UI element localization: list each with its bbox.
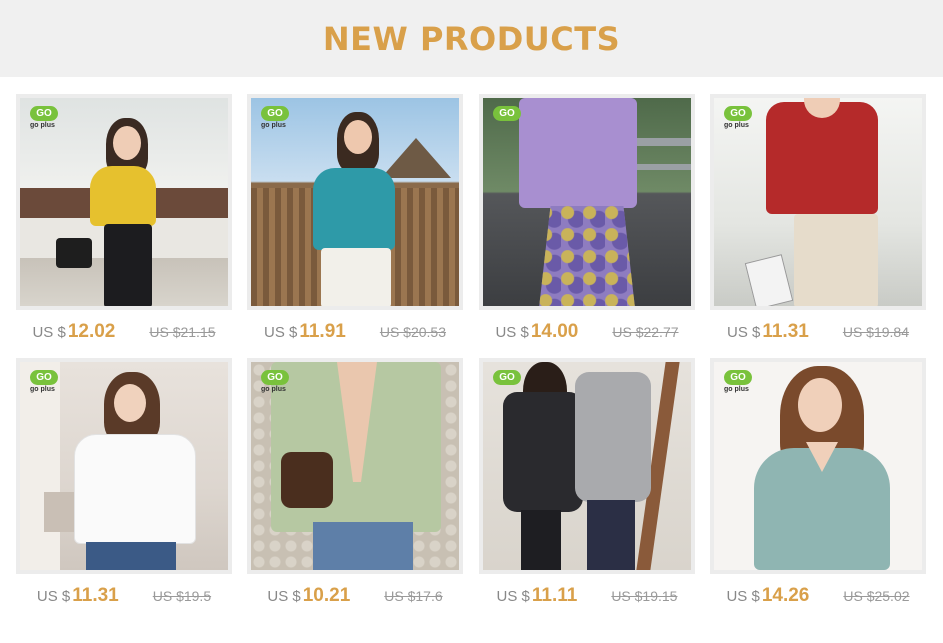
- go-plus-text: go plus: [724, 122, 749, 129]
- go-plus-text: go plus: [30, 122, 55, 129]
- product-card[interactable]: GO go plus US $ 12.02 US $21.15: [16, 94, 232, 354]
- product-card[interactable]: GO go plus US $ 11.31 US $19.5: [16, 358, 232, 618]
- original-price: US $19.84: [842, 324, 910, 340]
- currency-label: US $: [496, 588, 530, 605]
- product-card[interactable]: GO US $ 14.00 US $22.77: [479, 94, 695, 354]
- product-image-frame[interactable]: GO go plus: [16, 94, 232, 310]
- go-plus-badge: GO: [724, 370, 752, 385]
- product-image-frame[interactable]: GO go plus: [710, 94, 926, 310]
- sale-price: US $ 14.26: [726, 585, 809, 607]
- original-price: US $20.53: [379, 324, 447, 340]
- sale-price: US $ 11.31: [37, 585, 119, 607]
- go-plus-badge: GO: [724, 106, 752, 121]
- currency-label: US $: [495, 324, 529, 341]
- go-plus-text: go plus: [724, 386, 749, 393]
- product-card[interactable]: GO go plus US $ 11.31 US $19.84: [710, 94, 926, 354]
- header-banner: NEW PRODUCTS: [0, 0, 943, 77]
- price-row: US $ 11.11 US $19.15: [479, 574, 695, 618]
- brand-logo: GO go plus: [30, 370, 64, 396]
- go-plus-text: go plus: [30, 386, 55, 393]
- go-plus-text: go plus: [261, 122, 286, 129]
- product-image-frame[interactable]: GO go plus: [247, 94, 463, 310]
- brand-logo: GO go plus: [724, 106, 758, 132]
- price-row: US $ 11.31 US $19.5: [16, 574, 232, 618]
- currency-label: US $: [263, 324, 298, 341]
- go-plus-badge: GO: [261, 370, 289, 385]
- original-price: US $21.15: [149, 324, 216, 340]
- product-image-frame[interactable]: GO: [479, 94, 695, 310]
- go-plus-badge: GO: [30, 106, 58, 121]
- sale-price: US $ 12.02: [32, 321, 115, 343]
- go-plus-badge: GO: [493, 370, 521, 385]
- product-image[interactable]: GO go plus: [714, 98, 922, 306]
- currency-label: US $: [32, 324, 66, 341]
- sale-price: US $ 11.11: [497, 585, 578, 607]
- original-price: US $17.6: [384, 588, 443, 604]
- product-card[interactable]: GO US $ 11.11 US $19.15: [479, 358, 695, 618]
- product-image[interactable]: GO go plus: [20, 98, 228, 306]
- product-image-frame[interactable]: GO go plus: [710, 358, 926, 574]
- original-price: US $25.02: [843, 588, 910, 604]
- sale-price: US $ 11.91: [264, 321, 346, 343]
- product-image-frame[interactable]: GO: [479, 358, 695, 574]
- price-value: 14.00: [530, 321, 579, 342]
- original-price: US $22.77: [612, 324, 679, 340]
- price-row: US $ 14.00 US $22.77: [479, 310, 695, 354]
- product-image[interactable]: GO go plus: [20, 362, 228, 570]
- sale-price: US $ 10.21: [267, 585, 350, 607]
- product-image-frame[interactable]: GO go plus: [16, 358, 232, 574]
- go-plus-text: go plus: [261, 386, 286, 393]
- currency-label: US $: [267, 588, 301, 605]
- brand-logo: GO go plus: [261, 106, 295, 132]
- currency-label: US $: [726, 588, 760, 605]
- product-card[interactable]: GO go plus US $ 10.21 US $17.6: [247, 358, 463, 618]
- price-value: 11.11: [531, 585, 578, 606]
- section-title: NEW PRODUCTS: [322, 19, 621, 58]
- brand-logo: GO: [493, 106, 527, 132]
- original-price: US $19.15: [611, 588, 678, 604]
- go-plus-badge: GO: [493, 106, 521, 121]
- price-row: US $ 11.91 US $20.53: [247, 310, 463, 354]
- price-row: US $ 10.21 US $17.6: [247, 574, 463, 618]
- product-image[interactable]: GO go plus: [251, 362, 459, 570]
- go-plus-badge: GO: [261, 106, 289, 121]
- price-row: US $ 12.02 US $21.15: [16, 310, 232, 354]
- currency-label: US $: [36, 588, 71, 605]
- product-image-frame[interactable]: GO go plus: [247, 358, 463, 574]
- product-image[interactable]: GO: [483, 362, 691, 570]
- brand-logo: GO go plus: [724, 370, 758, 396]
- price-value: 14.26: [761, 585, 810, 606]
- price-value: 12.02: [67, 321, 116, 342]
- price-value: 10.21: [302, 585, 351, 606]
- price-value: 11.31: [72, 585, 119, 606]
- sale-price: US $ 14.00: [495, 321, 578, 343]
- original-price: US $19.5: [152, 588, 212, 604]
- product-image[interactable]: GO go plus: [251, 98, 459, 306]
- product-image[interactable]: GO: [483, 98, 691, 306]
- price-value: 11.31: [762, 321, 809, 342]
- price-row: US $ 11.31 US $19.84: [710, 310, 926, 354]
- product-image[interactable]: GO go plus: [714, 362, 922, 570]
- brand-logo: GO: [493, 370, 527, 396]
- price-value: 11.91: [299, 321, 346, 342]
- sale-price: US $ 11.31: [727, 321, 809, 343]
- brand-logo: GO go plus: [261, 370, 295, 396]
- go-plus-badge: GO: [30, 370, 58, 385]
- price-row: US $ 14.26 US $25.02: [710, 574, 926, 618]
- currency-label: US $: [726, 324, 761, 341]
- brand-logo: GO go plus: [30, 106, 64, 132]
- product-card[interactable]: GO go plus US $ 14.26 US $25.02: [710, 358, 926, 618]
- product-card[interactable]: GO go plus US $ 11.91 US $20.53: [247, 94, 463, 354]
